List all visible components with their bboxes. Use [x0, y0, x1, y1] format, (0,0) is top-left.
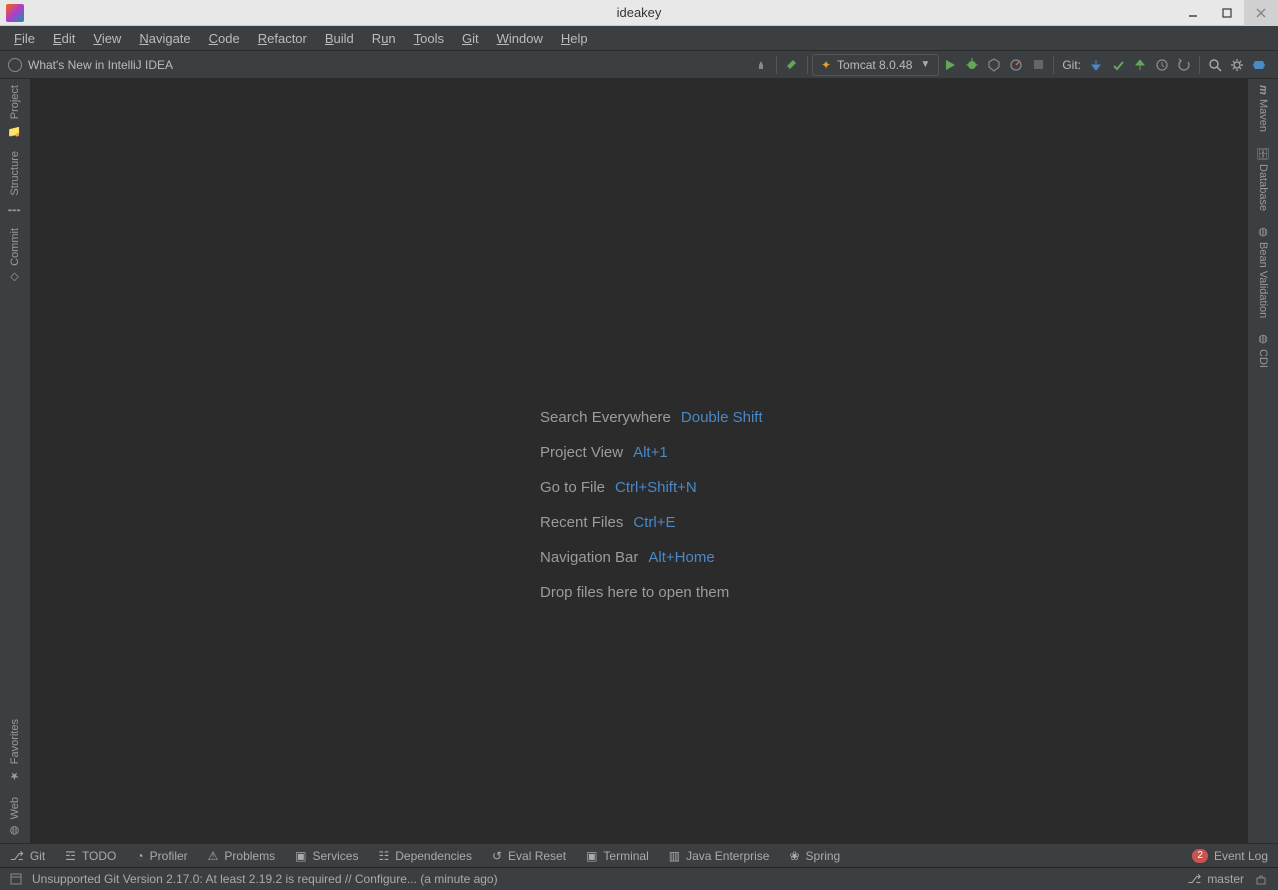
menu-git[interactable]: Git [454, 29, 487, 48]
toolwin-terminal[interactable]: ▣Terminal [586, 849, 649, 863]
toolwin-dependencies[interactable]: ☷Dependencies [378, 849, 472, 863]
git-commit-button[interactable] [1107, 54, 1129, 76]
sidebar-item-structure[interactable]: ┇Structure [8, 151, 22, 214]
toolwin-eval-reset[interactable]: ↺Eval Reset [492, 849, 566, 863]
menu-navigate[interactable]: Navigate [131, 29, 198, 48]
sidebar-item-project[interactable]: 📁Project [8, 85, 22, 137]
maximize-button[interactable] [1210, 0, 1244, 26]
run-button[interactable] [939, 54, 961, 76]
globe-icon [8, 58, 22, 72]
main-area: 📁Project ┇Structure ◇Commit ★Favorites ◍… [0, 79, 1278, 843]
toolwin-spring[interactable]: ❀Spring [789, 849, 840, 863]
menu-code[interactable]: Code [201, 29, 248, 48]
close-button[interactable] [1244, 0, 1278, 26]
toolbar: What's New in IntelliJ IDEA ✦ Tomcat 8.0… [0, 51, 1278, 79]
hint-goto-file: Go to File Ctrl+Shift+N [540, 479, 763, 496]
hint-recent-files: Recent Files Ctrl+E [540, 514, 763, 531]
menu-help[interactable]: Help [553, 29, 596, 48]
chevron-down-icon: ▼ [920, 59, 930, 70]
git-history-button[interactable] [1151, 54, 1173, 76]
terminal-icon: ▣ [586, 849, 597, 863]
list-icon: ☲ [65, 849, 76, 863]
keyboard-hints: Search Everywhere Double Shift Project V… [540, 409, 763, 601]
tomcat-icon: ✦ [821, 58, 831, 72]
git-pull-button[interactable] [1085, 54, 1107, 76]
editor-empty-state[interactable]: Search Everywhere Double Shift Project V… [30, 79, 1248, 843]
sidebar-item-cdi[interactable]: ◍CDI [1257, 332, 1270, 368]
menu-build[interactable]: Build [317, 29, 362, 48]
undo-icon: ↺ [492, 849, 502, 863]
drop-files-hint: Drop files here to open them [540, 584, 763, 601]
branch-icon: ⎇ [10, 849, 24, 863]
branch-icon: ⎇ [1187, 872, 1201, 886]
status-window-icon[interactable] [10, 873, 22, 885]
menu-window[interactable]: Window [489, 29, 551, 48]
git-label: Git: [1062, 58, 1081, 72]
hint-project-view: Project View Alt+1 [540, 444, 763, 461]
leaf-icon: ❀ [789, 849, 799, 863]
menu-edit[interactable]: Edit [45, 29, 83, 48]
sidebar-item-bean-validation[interactable]: ◍Bean Validation [1257, 225, 1270, 318]
menu-refactor[interactable]: Refactor [250, 29, 315, 48]
toolwin-java-enterprise[interactable]: ▥Java Enterprise [669, 849, 770, 863]
minimize-button[interactable] [1176, 0, 1210, 26]
debug-button[interactable] [961, 54, 983, 76]
sidebar-item-commit[interactable]: ◇Commit [8, 228, 22, 284]
play-icon: ▣ [295, 849, 306, 863]
event-log-count: 2 [1192, 849, 1208, 863]
status-lock-icon[interactable] [1254, 872, 1268, 886]
coverage-button[interactable] [983, 54, 1005, 76]
status-bar: Unsupported Git Version 2.17.0: At least… [0, 867, 1278, 890]
menubar: File Edit View Navigate Code Refactor Bu… [0, 26, 1278, 51]
breadcrumb-label: What's New in IntelliJ IDEA [28, 58, 173, 72]
status-message[interactable]: Unsupported Git Version 2.17.0: At least… [32, 872, 1177, 886]
run-config-label: Tomcat 8.0.48 [837, 58, 912, 72]
menu-run[interactable]: Run [364, 29, 404, 48]
toolwin-services[interactable]: ▣Services [295, 849, 358, 863]
menu-view[interactable]: View [85, 29, 129, 48]
git-push-button[interactable] [1129, 54, 1151, 76]
box-icon: ▥ [669, 849, 680, 863]
status-branch[interactable]: ⎇master [1187, 872, 1244, 886]
ide-services-button[interactable] [1248, 54, 1270, 76]
menu-file[interactable]: File [6, 29, 43, 48]
toolwin-todo[interactable]: ☲TODO [65, 849, 116, 863]
window-title: ideakey [0, 5, 1278, 20]
hint-search-everywhere: Search Everywhere Double Shift [540, 409, 763, 426]
stop-button[interactable] [1027, 54, 1049, 76]
toolwin-event-log[interactable]: 2 Event Log [1192, 849, 1268, 863]
breadcrumb[interactable]: What's New in IntelliJ IDEA [8, 58, 173, 72]
stack-icon: ☷ [378, 849, 389, 863]
toolwin-git[interactable]: ⎇Git [10, 849, 45, 863]
hint-navigation-bar: Navigation Bar Alt+Home [540, 549, 763, 566]
right-tool-stripe: mMaven 🗄Database ◍Bean Validation ◍CDI [1248, 79, 1278, 843]
titlebar: ideakey [0, 0, 1278, 26]
sidebar-item-database[interactable]: 🗄Database [1257, 146, 1270, 211]
intellij-icon [6, 4, 24, 22]
menu-tools[interactable]: Tools [406, 29, 452, 48]
run-config-dropdown[interactable]: ✦ Tomcat 8.0.48 ▼ [812, 54, 939, 76]
left-tool-stripe: 📁Project ┇Structure ◇Commit ★Favorites ◍… [0, 79, 30, 843]
profile-button[interactable] [1005, 54, 1027, 76]
toolwin-profiler[interactable]: ◔Profiler [136, 849, 187, 863]
sidebar-item-web[interactable]: ◍Web [8, 797, 22, 837]
warning-icon: ⚠ [208, 849, 219, 863]
sidebar-item-favorites[interactable]: ★Favorites [8, 719, 22, 782]
toolwin-problems[interactable]: ⚠Problems [208, 849, 275, 863]
gauge-icon: ◔ [136, 849, 143, 863]
search-button[interactable] [1204, 54, 1226, 76]
build-hammer-button[interactable] [781, 54, 803, 76]
settings-button[interactable] [1226, 54, 1248, 76]
sidebar-item-maven[interactable]: mMaven [1257, 85, 1269, 132]
add-config-button[interactable] [750, 54, 772, 76]
git-rollback-button[interactable] [1173, 54, 1195, 76]
bottom-tool-bar: ⎇Git ☲TODO ◔Profiler ⚠Problems ▣Services… [0, 843, 1278, 867]
